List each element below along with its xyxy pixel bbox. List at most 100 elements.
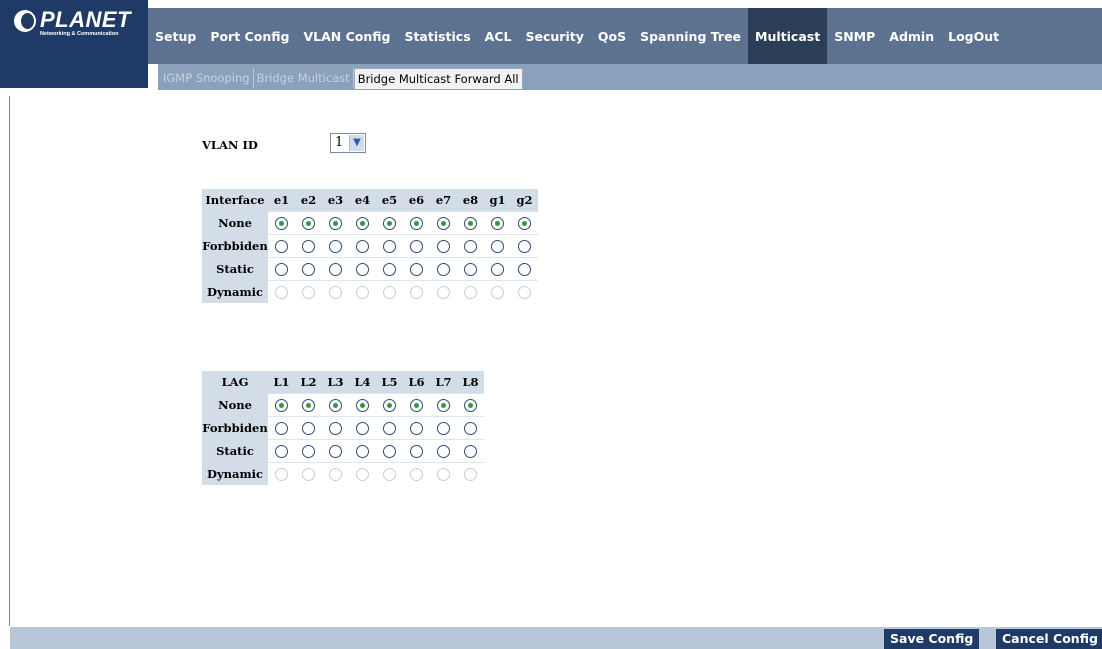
lag_table-radio-cell: [457, 416, 484, 440]
radio-forbbiden-l3[interactable]: [329, 422, 342, 436]
lag_table-radio-cell: [295, 393, 322, 417]
radio-static-e6[interactable]: [410, 263, 423, 277]
radio-static-l7[interactable]: [437, 445, 450, 459]
interface_table-port-header: e4: [349, 189, 376, 212]
radio-forbbiden-l6[interactable]: [410, 422, 423, 436]
interface_table-radio-cell: [511, 257, 538, 281]
radio-none-e3[interactable]: [329, 217, 342, 231]
cancel-config-button[interactable]: Cancel Config: [996, 629, 1102, 649]
submenu-item-bridge-multicast-forward-all[interactable]: Bridge Multicast Forward All: [353, 68, 523, 89]
interface_table-radio-cell: [268, 234, 295, 258]
interface_table-row-label: Dynamic: [202, 280, 268, 303]
radio-static-g1[interactable]: [491, 263, 504, 277]
lag_table-port-header: L5: [376, 371, 403, 394]
radio-forbbiden-e6[interactable]: [410, 240, 423, 254]
radio-static-l3[interactable]: [329, 445, 342, 459]
radio-forbbiden-g1[interactable]: [491, 240, 504, 254]
radio-static-e2[interactable]: [302, 263, 315, 277]
radio-none-l6[interactable]: [410, 399, 423, 413]
radio-forbbiden-e1[interactable]: [275, 240, 288, 254]
radio-static-l1[interactable]: [275, 445, 288, 459]
radio-none-e8[interactable]: [464, 217, 477, 231]
menu-item-vlan-config[interactable]: VLAN Config: [296, 8, 397, 64]
lag_table-row-label: None: [202, 393, 268, 417]
radio-dynamic-e7: [437, 286, 450, 300]
menu-item-setup[interactable]: Setup: [148, 8, 203, 64]
submenu-item-bridge-multicast[interactable]: Bridge Multicast: [254, 68, 354, 88]
lag_table-radio-cell: [457, 393, 484, 417]
radio-forbbiden-e8[interactable]: [464, 240, 477, 254]
radio-forbbiden-g2[interactable]: [518, 240, 531, 254]
radio-static-l2[interactable]: [302, 445, 315, 459]
radio-none-l3[interactable]: [329, 399, 342, 413]
radio-static-g2[interactable]: [518, 263, 531, 277]
radio-forbbiden-e3[interactable]: [329, 240, 342, 254]
radio-none-e5[interactable]: [383, 217, 396, 231]
menu-item-admin[interactable]: Admin: [882, 8, 941, 64]
radio-none-l8[interactable]: [464, 399, 477, 413]
lag_table-port-header: L6: [403, 371, 430, 394]
radio-none-l2[interactable]: [302, 399, 315, 413]
radio-dynamic-l8: [464, 468, 477, 482]
radio-forbbiden-l1[interactable]: [275, 422, 288, 436]
radio-none-g2[interactable]: [518, 217, 531, 231]
chevron-down-icon[interactable]: ▼: [349, 135, 364, 151]
radio-dynamic-e6: [410, 286, 423, 300]
radio-none-l1[interactable]: [275, 399, 288, 413]
radio-forbbiden-l7[interactable]: [437, 422, 450, 436]
radio-forbbiden-e7[interactable]: [437, 240, 450, 254]
radio-none-e2[interactable]: [302, 217, 315, 231]
menu-item-port-config[interactable]: Port Config: [203, 8, 296, 64]
radio-forbbiden-l4[interactable]: [356, 422, 369, 436]
radio-none-l4[interactable]: [356, 399, 369, 413]
menu-item-qos[interactable]: QoS: [591, 8, 633, 64]
radio-forbbiden-e5[interactable]: [383, 240, 396, 254]
radio-static-e5[interactable]: [383, 263, 396, 277]
lag_table-radio-cell: [349, 462, 376, 485]
logo-tagline: Networking & Communication: [40, 31, 119, 37]
radio-forbbiden-e4[interactable]: [356, 240, 369, 254]
radio-static-e7[interactable]: [437, 263, 450, 277]
radio-dynamic-l1: [275, 468, 288, 482]
radio-none-g1[interactable]: [491, 217, 504, 231]
lag_table-header-label: LAG: [202, 371, 268, 394]
menu-item-multicast[interactable]: Multicast: [748, 8, 828, 64]
radio-static-l6[interactable]: [410, 445, 423, 459]
radio-none-e1[interactable]: [275, 217, 288, 231]
menu-item-spanning-tree[interactable]: Spanning Tree: [633, 8, 748, 64]
lag_table-port-header: L3: [322, 371, 349, 394]
interface_table-radio-cell: [295, 234, 322, 258]
menu-item-acl[interactable]: ACL: [478, 8, 519, 64]
lag_table-radio-cell: [430, 393, 457, 417]
interface_table-row-label: Static: [202, 257, 268, 281]
radio-static-l8[interactable]: [464, 445, 477, 459]
radio-forbbiden-l8[interactable]: [464, 422, 477, 436]
radio-static-e8[interactable]: [464, 263, 477, 277]
menu-item-logout[interactable]: LogOut: [941, 8, 1006, 64]
radio-dynamic-l4: [356, 468, 369, 482]
menu-item-snmp[interactable]: SNMP: [827, 8, 882, 64]
save-config-button[interactable]: Save Config: [884, 629, 980, 649]
radio-forbbiden-l2[interactable]: [302, 422, 315, 436]
lag_table-radio-cell: [376, 439, 403, 463]
radio-none-e7[interactable]: [437, 217, 450, 231]
radio-static-l5[interactable]: [383, 445, 396, 459]
radio-none-l5[interactable]: [383, 399, 396, 413]
radio-static-e4[interactable]: [356, 263, 369, 277]
radio-forbbiden-e2[interactable]: [302, 240, 315, 254]
radio-none-e6[interactable]: [410, 217, 423, 231]
radio-forbbiden-l5[interactable]: [383, 422, 396, 436]
content-area: [178, 110, 1100, 620]
radio-none-e4[interactable]: [356, 217, 369, 231]
interface_table-radio-cell: [376, 257, 403, 281]
radio-static-e1[interactable]: [275, 263, 288, 277]
submenu-item-igmp-snooping[interactable]: IGMP Snooping: [160, 68, 254, 88]
radio-static-l4[interactable]: [356, 445, 369, 459]
menu-item-security[interactable]: Security: [519, 8, 591, 64]
radio-dynamic-e3: [329, 286, 342, 300]
interface_table-radio-cell: [376, 234, 403, 258]
vlan-id-select[interactable]: 1 ▼: [330, 133, 366, 153]
radio-static-e3[interactable]: [329, 263, 342, 277]
menu-item-statistics[interactable]: Statistics: [397, 8, 477, 64]
radio-none-l7[interactable]: [437, 399, 450, 413]
